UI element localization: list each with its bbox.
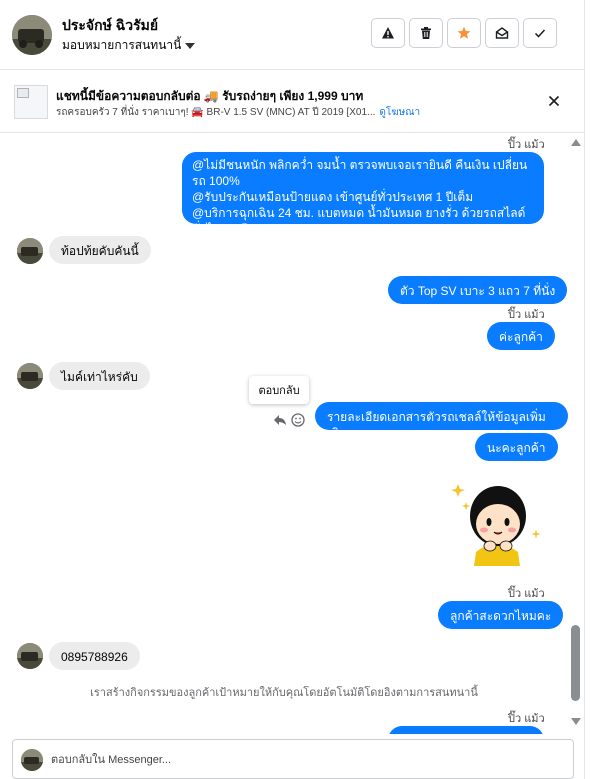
envelope-open-icon — [495, 27, 509, 39]
outgoing-message[interactable]: @ไม่มีชนหนัก พลิกคว่ำ จมน้ำ ตรวจพบเจอเรา… — [182, 152, 544, 252]
page-avatar — [21, 749, 43, 771]
emoji-reaction-icon[interactable] — [290, 412, 306, 428]
star-icon — [457, 26, 471, 39]
check-icon — [534, 29, 546, 38]
outgoing-message-partial[interactable] — [388, 726, 544, 734]
message-thread[interactable]: ปิ๊ว แม้ว @ไม่มีชนหนัก พลิกคว่ำ จมน้ำ ตร… — [0, 134, 568, 734]
outgoing-message[interactable]: ตัว Top SV เบาะ 3 แถว 7 ที่นั่ง — [388, 276, 568, 304]
contact-avatar-small — [17, 363, 43, 389]
incoming-message[interactable]: ไมค์เท่าไหร่คับ — [49, 362, 150, 390]
ad-reference-banner: แชทนี้มีข้อความตอบกลับต่อ 🚚 รับรถง่ายๆ เ… — [0, 71, 584, 133]
incoming-message[interactable]: 0895788926 — [49, 642, 140, 670]
view-ad-link[interactable]: ดูโฆษณา — [379, 105, 420, 120]
delete-button[interactable] — [409, 18, 443, 48]
outgoing-message[interactable]: ลูกค้าสะดวกไหมคะ — [438, 601, 564, 629]
scrollbar-thumb[interactable] — [571, 625, 580, 701]
reply-icon[interactable] — [272, 412, 288, 428]
mark-spam-button[interactable] — [371, 18, 405, 48]
seen-indicator: ปิ๊ว แม้ว — [508, 713, 545, 725]
warning-icon — [382, 27, 394, 39]
scroll-up-arrow-icon[interactable] — [571, 139, 581, 146]
ad-subtitle: รถครอบครัว 7 ที่นั่ง ราคาเบาๆ! 🚘 BR-V 1.… — [56, 107, 376, 118]
seen-indicator: ปิ๊ว แม้ว — [508, 588, 545, 600]
outgoing-message[interactable]: ค่ะลูกค้า — [487, 322, 555, 350]
reply-composer — [12, 739, 574, 779]
system-note: เราสร้างกิจกรรมของลูกค้าเป้าหมายให้กับคุ… — [90, 687, 478, 699]
conversation-header: ประจักษ์ ฉิวรัมย์ มอบหมายการสนทนานี้ — [0, 0, 584, 70]
seen-indicator: ปิ๊ว แม้ว — [508, 139, 545, 151]
scroll-down-arrow-icon[interactable] — [571, 718, 581, 725]
contact-avatar-small — [17, 643, 43, 669]
reply-input[interactable] — [51, 750, 551, 770]
sticker-image[interactable] — [448, 474, 544, 566]
contact-name[interactable]: ประจักษ์ ฉิวรัมย์ — [62, 15, 158, 37]
contact-avatar[interactable] — [12, 15, 52, 55]
ad-subtitle-row: รถครอบครัว 7 ที่นั่ง ราคาเบาๆ! 🚘 BR-V 1.… — [56, 105, 420, 120]
ad-title: แชทนี้มีข้อความตอบกลับต่อ 🚚 รับรถง่ายๆ เ… — [56, 89, 364, 103]
assign-label: มอบหมายการสนทนานี้ — [62, 38, 182, 52]
close-icon[interactable] — [548, 95, 560, 107]
incoming-message[interactable]: ท้อปท้ยคับคันนี้ — [49, 236, 151, 264]
outgoing-message[interactable]: นะคะลูกค้า — [475, 433, 558, 461]
seen-indicator: ปิ๊ว แม้ว — [508, 309, 545, 321]
mark-done-button[interactable] — [523, 18, 557, 48]
trash-icon — [421, 27, 431, 39]
assign-conversation-dropdown[interactable]: มอบหมายการสนทนานี้ — [62, 36, 196, 55]
ad-thumbnail-image[interactable] — [14, 85, 48, 119]
star-button[interactable] — [447, 18, 481, 48]
mark-unread-button[interactable] — [485, 18, 519, 48]
panel-edge — [584, 0, 591, 779]
outgoing-message[interactable]: รายละเอียดเอกสารตัวรถเชลล์ให้ข้อมูลเพิ่ม… — [315, 402, 568, 440]
thread-scrollbar[interactable] — [568, 134, 584, 734]
chevron-down-icon — [185, 42, 196, 49]
reply-tooltip: ตอบกลับ — [249, 376, 309, 404]
contact-avatar-small — [17, 238, 43, 264]
